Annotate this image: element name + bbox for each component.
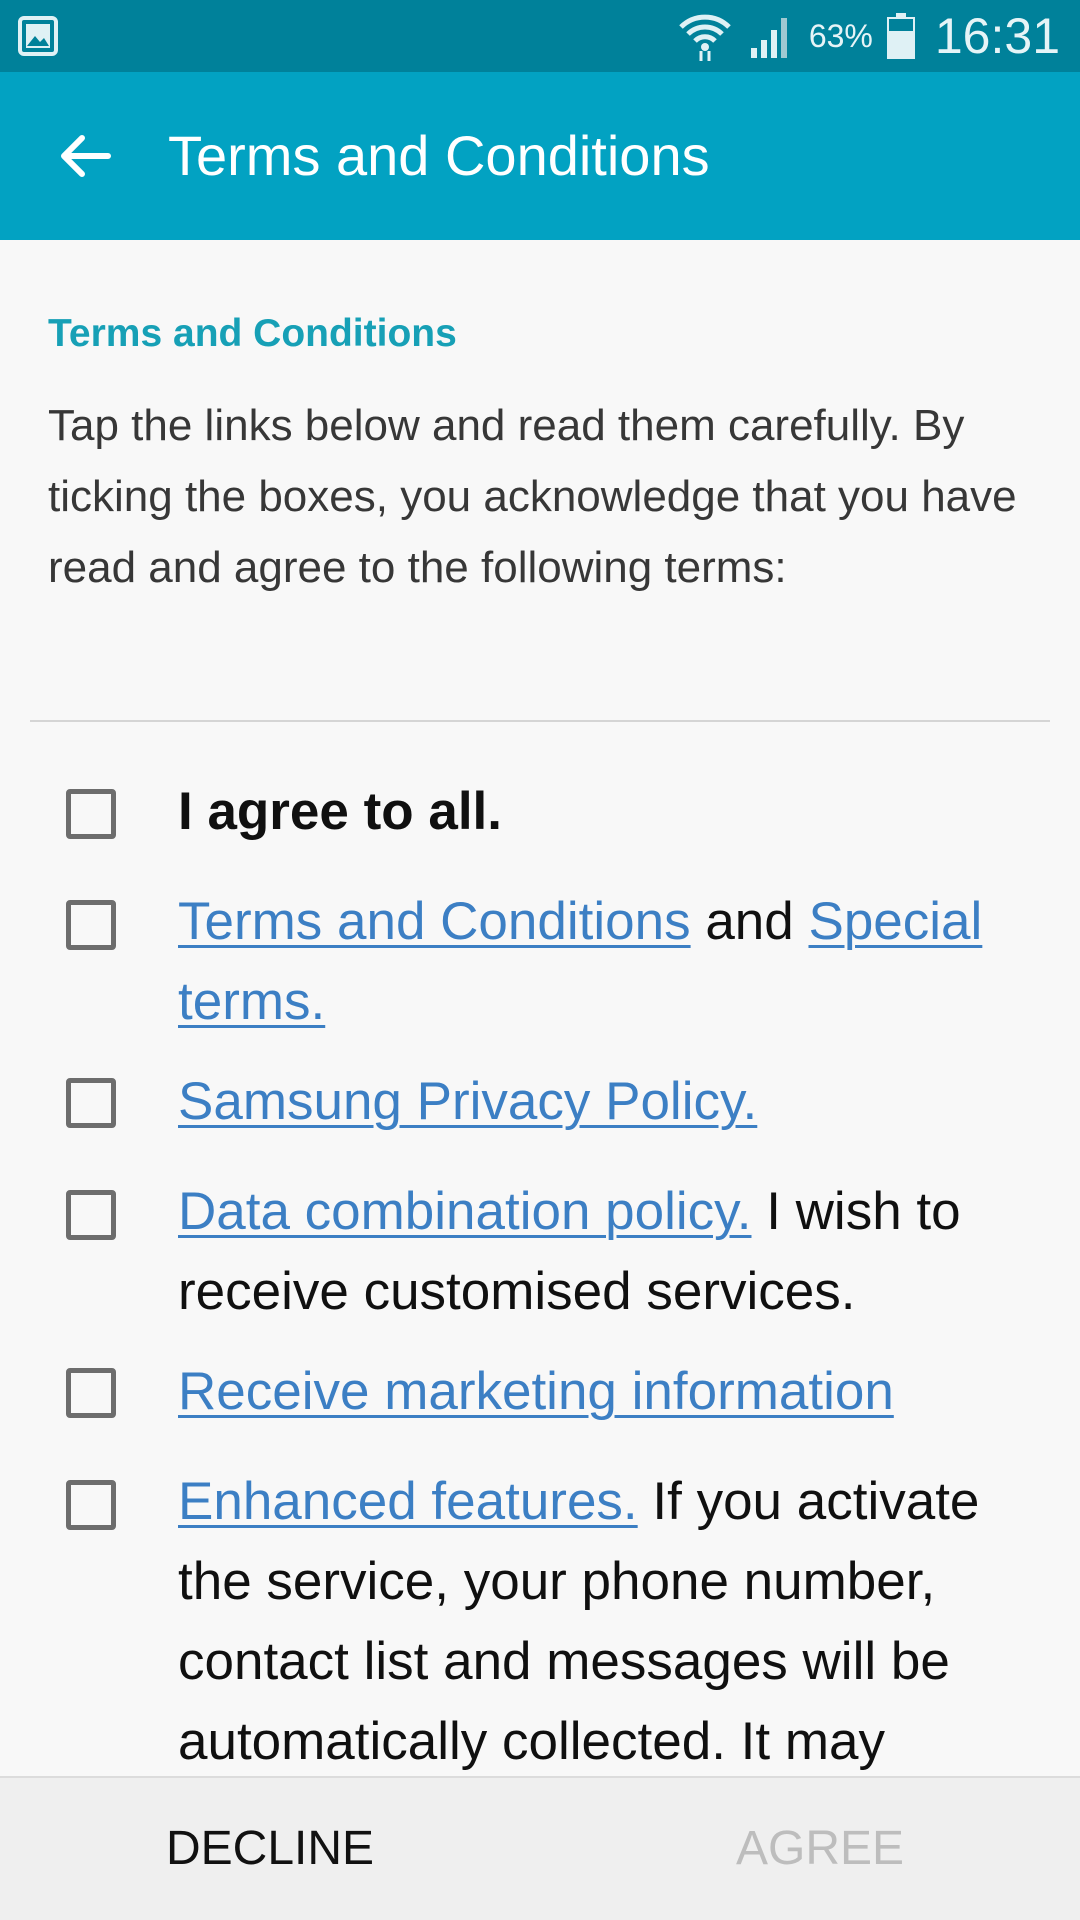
terms-and-text: and	[690, 892, 809, 951]
terms-and-conditions-link[interactable]: Terms and Conditions	[178, 892, 691, 951]
divider	[30, 720, 1050, 722]
intro-text: Tap the links below and read them carefu…	[48, 401, 1017, 592]
signal-icon	[747, 12, 795, 60]
data-combination-checkbox[interactable]	[66, 1190, 116, 1240]
enhanced-features-checkbox[interactable]	[66, 1480, 116, 1530]
marketing-checkbox[interactable]	[66, 1368, 116, 1418]
enhanced-features-label: Enhanced features. If you activate the s…	[178, 1462, 1048, 1782]
bottom-action-bar: DECLINE AGREE	[0, 1776, 1080, 1920]
agree-all-label: I agree to all.	[178, 772, 1048, 852]
privacy-checkbox[interactable]	[66, 1078, 116, 1128]
app-bar: Terms and Conditions	[0, 72, 1080, 240]
marketing-link[interactable]: Receive marketing information	[178, 1362, 894, 1421]
back-button[interactable]	[40, 118, 128, 194]
status-icons: 63% 16:31	[677, 0, 1060, 72]
marketing-label: Receive marketing information	[178, 1352, 1048, 1432]
battery-percent: 63%	[808, 17, 873, 54]
agree-all-checkbox[interactable]	[66, 789, 116, 839]
terms-label: Terms and Conditions and Special terms.	[178, 882, 1048, 1042]
data-combination-link[interactable]: Data combination policy.	[178, 1182, 751, 1241]
wifi-icon	[677, 9, 733, 63]
privacy-policy-link[interactable]: Samsung Privacy Policy.	[178, 1072, 757, 1131]
agree-all-text: I agree to all.	[178, 782, 503, 841]
privacy-label: Samsung Privacy Policy.	[178, 1062, 1048, 1142]
battery-icon	[886, 13, 915, 59]
agree-button[interactable]: AGREE	[670, 1778, 970, 1920]
terms-checkbox[interactable]	[66, 900, 116, 950]
data-combination-label: Data combination policy. I wish to recei…	[178, 1172, 1048, 1332]
decline-button[interactable]: DECLINE	[120, 1778, 420, 1920]
arrow-left-icon	[61, 135, 111, 177]
terms-content[interactable]: Terms and Conditions Tap the links below…	[0, 240, 1080, 1776]
page-title: Terms and Conditions	[168, 124, 710, 187]
section-heading: Terms and Conditions	[48, 312, 457, 355]
status-bar: 63% 16:31	[0, 0, 1080, 72]
clock: 16:31	[934, 8, 1060, 64]
gallery-notification-icon	[18, 16, 58, 56]
enhanced-features-link[interactable]: Enhanced features.	[178, 1472, 638, 1531]
